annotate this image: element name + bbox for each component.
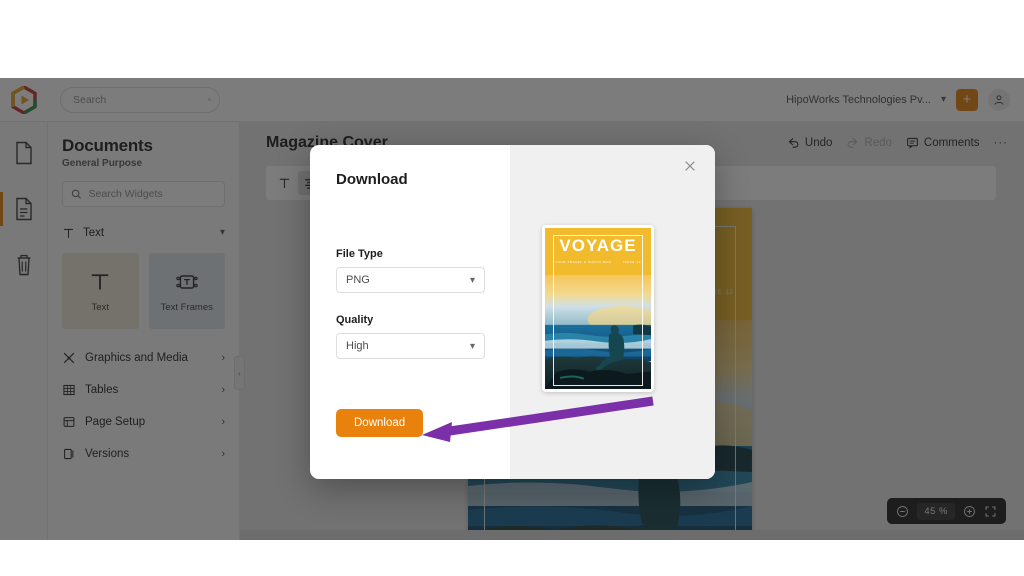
app-logo-icon [11, 85, 37, 114]
text-format-button[interactable] [272, 171, 296, 195]
fit-screen-button[interactable] [984, 505, 997, 518]
nav-item-label: Versions [85, 448, 130, 460]
download-modal: Download File Type PNG ▾ Quality High ▾ … [310, 145, 715, 479]
nav-item-label: Tables [85, 384, 119, 396]
preview-thumbnail-inner: VOYAGE YOUR TRAVEL & PHOTO MAG ISSUE 12 [545, 228, 651, 389]
page-setup-icon [63, 417, 75, 427]
close-button[interactable] [679, 155, 701, 177]
widget-tile-label: Text Frames [160, 301, 213, 313]
minus-circle-icon [897, 505, 909, 517]
org-switcher-label[interactable]: HipoWorks Technologies Pv... [786, 94, 931, 106]
rail-item-documents[interactable] [0, 136, 48, 170]
preview-thumbnail: VOYAGE YOUR TRAVEL & PHOTO MAG ISSUE 12 [542, 225, 654, 392]
avatar[interactable] [988, 88, 1010, 111]
widget-search[interactable] [62, 181, 225, 207]
page-title: Documents [62, 136, 153, 155]
nav-item-label: Graphics and Media [85, 352, 188, 364]
add-button[interactable]: + [956, 88, 978, 111]
undo-label: Undo [804, 136, 833, 149]
chevron-down-icon: ▾ [469, 340, 475, 352]
file-type-value: PNG [346, 274, 370, 286]
nav-item-page-setup[interactable]: Page Setup › [62, 407, 225, 437]
undo-button[interactable]: Undo [787, 136, 833, 149]
user-icon [994, 94, 1004, 105]
trash-icon [17, 254, 30, 276]
screenshot-root: HipoWorks Technologies Pv... ▾ + [0, 0, 1024, 576]
document-actions: Undo Redo Comments ··· [787, 136, 1008, 149]
chevron-down-icon[interactable]: ▾ [220, 228, 225, 238]
redo-label: Redo [864, 136, 892, 149]
chevron-right-icon[interactable]: › [221, 384, 225, 396]
text-frame-icon [176, 274, 198, 289]
chevron-right-icon[interactable]: › [221, 416, 225, 428]
widgets-panel: Documents General Purpose Text ▾ [48, 122, 240, 540]
rail-item-trash[interactable] [0, 248, 48, 282]
quality-label: Quality [336, 314, 374, 326]
chevron-right-icon[interactable]: › [221, 448, 225, 460]
download-modal-form: Download File Type PNG ▾ Quality High ▾ … [310, 145, 510, 479]
file-type-label: File Type [336, 248, 383, 260]
more-options-button[interactable]: ··· [994, 137, 1009, 149]
widget-search-input[interactable] [88, 188, 216, 200]
nav-item-tables[interactable]: Tables › [62, 375, 225, 405]
nav-item-graphics-and-media[interactable]: Graphics and Media › [62, 343, 225, 373]
group-header-label: Text [83, 227, 105, 239]
widget-tile-text-frames[interactable]: Text Frames [148, 253, 225, 329]
text-t-icon [64, 228, 73, 238]
app-logo[interactable] [0, 85, 48, 114]
preview-frame-outline [553, 235, 643, 386]
zoom-in-button[interactable] [963, 505, 976, 518]
fullscreen-icon [985, 506, 996, 516]
versions-icon [64, 448, 74, 460]
widget-tile-label: Text [91, 301, 109, 313]
close-icon [685, 161, 695, 171]
group-header-text[interactable]: Text ▾ [62, 221, 225, 245]
download-modal-title: Download [336, 171, 408, 188]
download-modal-preview-pane: VOYAGE YOUR TRAVEL & PHOTO MAG ISSUE 12 [510, 145, 715, 479]
comments-label: Comments [923, 136, 980, 149]
chevron-down-icon[interactable]: ▾ [941, 94, 946, 105]
search-icon [208, 98, 211, 101]
zoom-level[interactable]: 45 % [917, 502, 955, 520]
text-format-icon [279, 178, 289, 188]
search-icon [71, 189, 81, 199]
rail-item-pages[interactable] [0, 192, 48, 226]
widget-tiles: Text Text Frames [62, 253, 225, 329]
top-bar: HipoWorks Technologies Pv... ▾ + [0, 78, 1024, 122]
nav-item-versions[interactable]: Versions › [62, 439, 225, 469]
left-icon-rail [0, 122, 48, 540]
horizontal-ruler[interactable] [240, 530, 1024, 540]
zoom-control: 45 % [887, 498, 1006, 524]
comments-button[interactable]: Comments [906, 136, 980, 149]
chevron-right-icon[interactable]: › [221, 352, 225, 364]
panel-collapse-handle[interactable]: ‹ [234, 356, 245, 390]
file-type-select[interactable]: PNG ▾ [336, 267, 485, 293]
widget-tile-text[interactable]: Text [62, 253, 139, 329]
redo-button[interactable]: Redo [846, 136, 892, 149]
document-icon [15, 141, 32, 165]
nav-item-label: Page Setup [85, 416, 146, 428]
panel-nav-list: Graphics and Media › Tables › Page Setup… [62, 343, 225, 469]
quality-select[interactable]: High ▾ [336, 333, 485, 359]
zoom-out-button[interactable] [896, 505, 909, 518]
quality-value: High [346, 340, 369, 352]
search-input[interactable] [73, 93, 208, 106]
top-bar-right: HipoWorks Technologies Pv... ▾ + [786, 88, 1024, 111]
panel-subtitle: General Purpose [62, 158, 143, 169]
table-icon [63, 384, 75, 396]
graphics-icon [63, 352, 75, 364]
comment-icon [906, 137, 918, 149]
undo-icon [788, 138, 799, 148]
plus-circle-icon [963, 505, 976, 517]
chevron-down-icon: ▾ [469, 274, 475, 286]
download-submit-button[interactable]: Download [336, 409, 424, 437]
page-icon [15, 197, 32, 221]
redo-icon [848, 138, 858, 148]
global-search[interactable] [60, 86, 220, 113]
text-t-icon [92, 273, 109, 289]
